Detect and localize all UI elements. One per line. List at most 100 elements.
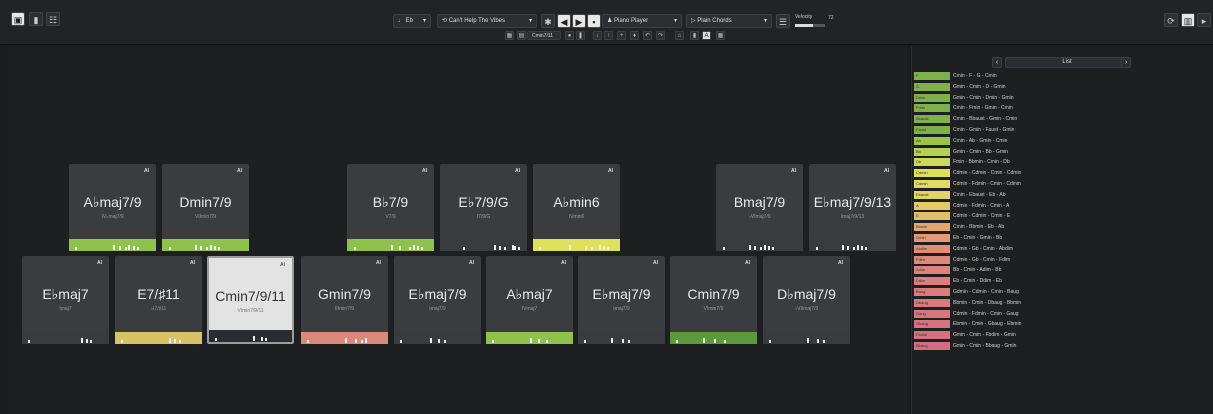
chord-degree: IVmaj7 (521, 306, 538, 312)
chord-pad[interactable]: AI D♭maj7/9 ♭VIImaj7/9 (763, 256, 850, 344)
voicing-note (816, 339, 819, 343)
ai-toggle-icon[interactable]: A (702, 31, 711, 40)
chord-list-row[interactable]: Dbaug Bbmin - Cmin - Dbaug - Bbmin (914, 298, 1154, 308)
chord-pad[interactable]: AI A♭min6 IVmin6 (533, 164, 620, 251)
chord-name: E♭maj7/9/13 (813, 194, 892, 210)
chord-list-row[interactable]: E Cdmin - Cdmin - Cmin - E (914, 212, 1154, 221)
chord-list-row[interactable]: Gbaug Ebmin - Cmin - Gbaug - Ebmin (914, 320, 1154, 329)
list-next-icon[interactable]: › (1121, 57, 1131, 68)
save-icon[interactable]: ▪ (587, 14, 601, 28)
chord-list-key: G (914, 82, 950, 91)
voicing-bar (809, 239, 896, 251)
link-icon[interactable]: ⌂ (675, 31, 684, 40)
chord-pad[interactable]: AI B♭7/9 V7/9 (347, 164, 434, 251)
chord-pad[interactable]: AI Dmin7/9 VIImin7/9 (162, 164, 249, 251)
chord-pad[interactable]: AI E7/♯11 ♭I7/♯11 (115, 256, 202, 344)
trash-icon[interactable]: ▤ (517, 31, 526, 40)
velocity-slider-fill (795, 24, 813, 27)
chord-pad[interactable]: AI Bmaj7/9 ♭VImaj7/9 (716, 164, 803, 251)
voicing-note (537, 339, 540, 343)
chart-icon[interactable]: ▮ (29, 12, 43, 26)
undo-icon[interactable]: ↶ (643, 31, 652, 40)
up-arrow-icon[interactable]: ↑ (604, 31, 613, 40)
chord-pad[interactable]: AI A♭maj7 IVmaj7 (486, 256, 573, 344)
chord-pad[interactable]: AI E♭7/9/G I7/9/G (440, 164, 527, 251)
lock-icon[interactable]: ▮ (690, 31, 699, 40)
chord-list-row[interactable]: Fdim Cdmin - Gb - Cmin - Fdim (914, 255, 1154, 265)
panel-icon[interactable]: ▥ (1181, 13, 1195, 27)
chord-list-row[interactable]: Fmin Cmin - Fmin - Gmin - Cmin (914, 104, 1154, 113)
chord-pad[interactable]: AI Cmin7/9 VImin7/9 (670, 256, 757, 344)
player-select-value: Piano Player (614, 18, 649, 24)
chord-list-row[interactable]: Cdmin Cdmin - Fdmin - Cmin - Cdmin (914, 180, 1154, 189)
chord-list-row[interactable]: Cdmin Cdmin - Cdmin - Cmin - Cdmin (914, 169, 1154, 178)
chord-list-row[interactable]: Adim Bb - Cmin - Adim - Bb (914, 266, 1154, 275)
chord-list-row[interactable]: Gaug Cdmin - Fdmin - Cmin - Gaug (914, 309, 1154, 319)
ai-badge: AI (884, 168, 889, 174)
prev-preset-icon[interactable]: ◀ (557, 14, 571, 28)
chord-list-row[interactable]: G Gmin - Cmin - D - Gmin (914, 82, 1154, 92)
chord-list-progression: Cdmin - Fdmin - Cmin - Cdmin (953, 181, 1021, 187)
grid-icon[interactable]: ▦ (716, 31, 725, 40)
chord-list-row[interactable]: Db Fmin - Bbmin - Cmin - Db (914, 158, 1154, 167)
velocity-slider[interactable] (795, 24, 825, 27)
voicing-note (492, 340, 495, 343)
voicing-note (437, 339, 440, 343)
chord-list-row[interactable]: F Cmin - F - G - Cmin (914, 72, 1154, 81)
chord-list-row[interactable]: Dmin Gmin - Cmin - Dmin - Gmin (914, 93, 1154, 103)
chord-pad[interactable]: AI A♭maj7/9 IV♭maj7/9 (69, 164, 156, 251)
clip-icon[interactable]: ▦ (505, 31, 514, 40)
chord-list-row[interactable]: Ddim Eb - Cmin - Ddim - Eb (914, 277, 1154, 286)
chord-list-row[interactable]: Bb Gmin - Cmin - Bb - Gmin (914, 147, 1154, 157)
record-icon[interactable]: ● (565, 31, 574, 40)
chord-list-row[interactable]: Ab Cmin - Ab - Gmin - Cmin (914, 136, 1154, 146)
voicing-note (390, 245, 393, 250)
voicing-note (75, 247, 78, 250)
chord-list-row[interactable]: Bbaust Cmin - Bbaust - Gmin - Cmin (914, 115, 1154, 124)
preset-select[interactable]: ⟲ Can't Help The Vibes ▾ (437, 14, 537, 28)
chord-list-progression: Gmin - Cmin - Bb - Gmin (953, 148, 1009, 155)
ai-badge: AI (422, 168, 427, 174)
chord-list-row[interactable]: Bbmin Cmin - Bbmin - Eb - Ab (914, 223, 1154, 232)
player-select[interactable]: ♟ Piano Player ▾ (602, 14, 682, 28)
pause-icon[interactable]: ❚ (576, 31, 585, 40)
voicing-note (195, 245, 198, 250)
chord-list-row[interactable]: Ebaust Cmin - Ebaust - Eb - Ab (914, 190, 1154, 200)
redo-icon[interactable]: ↷ (656, 31, 665, 40)
voicing-note (260, 337, 263, 341)
chord-pad[interactable]: AI E♭maj7/9 Imaj7/9 (578, 256, 665, 344)
voicing-note (360, 340, 363, 343)
voicing-note (822, 340, 825, 343)
refresh-icon[interactable]: ⟳ (1164, 13, 1178, 27)
menu-icon[interactable]: ☰ (776, 14, 790, 28)
chord-pad[interactable]: AI E♭maj7 Imaj7 (22, 256, 109, 344)
down-arrow-icon[interactable]: ↓ (593, 31, 602, 40)
chord-pad[interactable]: AI E♭maj7/9/13 Imaj7/9/13 (809, 164, 896, 251)
chord-list-row[interactable]: Abdim Cdmin - Gb - Cmin - Abdim (914, 244, 1154, 254)
chord-list-row[interactable]: Gmin Eb - Cmin - Gmin - Bb (914, 234, 1154, 243)
list-prev-icon[interactable]: ‹ (992, 57, 1002, 68)
list-select[interactable]: List (1005, 57, 1129, 68)
chord-pad[interactable]: AI Cmin7/9/11 VImin7/9/11 (207, 256, 294, 344)
voicing-note (602, 246, 605, 250)
ai-badge: AI (280, 262, 285, 268)
voicing-note (864, 247, 867, 250)
chord-pad[interactable]: AI Gmin7/9 IIImin7/9 (301, 256, 388, 344)
chord-list-row[interactable]: Bbaug Gmin - Cmin - Bbaug - Gmin (914, 342, 1154, 351)
chord-pad[interactable]: AI E♭maj7/9 Imaj7/9 (394, 256, 481, 344)
next-preset-icon[interactable]: ▶ (572, 14, 586, 28)
gear-icon[interactable]: ✱ (541, 14, 555, 28)
chord-list-row[interactable]: Fbdim Gmin - Cmin - Fbdim - Gmin (914, 331, 1154, 340)
keyboard-icon[interactable]: ☷ (46, 12, 60, 26)
chord-list-row[interactable]: A Cdmin - Fdmin - Cmin - A (914, 201, 1154, 211)
metronome-icon[interactable]: ♦ (630, 31, 639, 40)
chord-list-row[interactable]: Faust Cmin - Gmin - Faust - Gmin (914, 126, 1154, 135)
style-select[interactable]: ▷ Plain Chords ▾ (686, 14, 772, 28)
key-select[interactable]: ♩ Eb ▾ (393, 14, 431, 28)
chord-sub-select[interactable]: Cmin7/11 (527, 31, 561, 40)
sidebar-toggle-icon[interactable]: ▸ (1197, 13, 1211, 27)
window-icon[interactable]: ▣ (11, 12, 25, 26)
voicing-bar (486, 332, 573, 344)
plus-icon[interactable]: + (617, 31, 626, 40)
chord-list-row[interactable]: Baug Gdmin - Cdmin - Cmin - Baug (914, 288, 1154, 297)
